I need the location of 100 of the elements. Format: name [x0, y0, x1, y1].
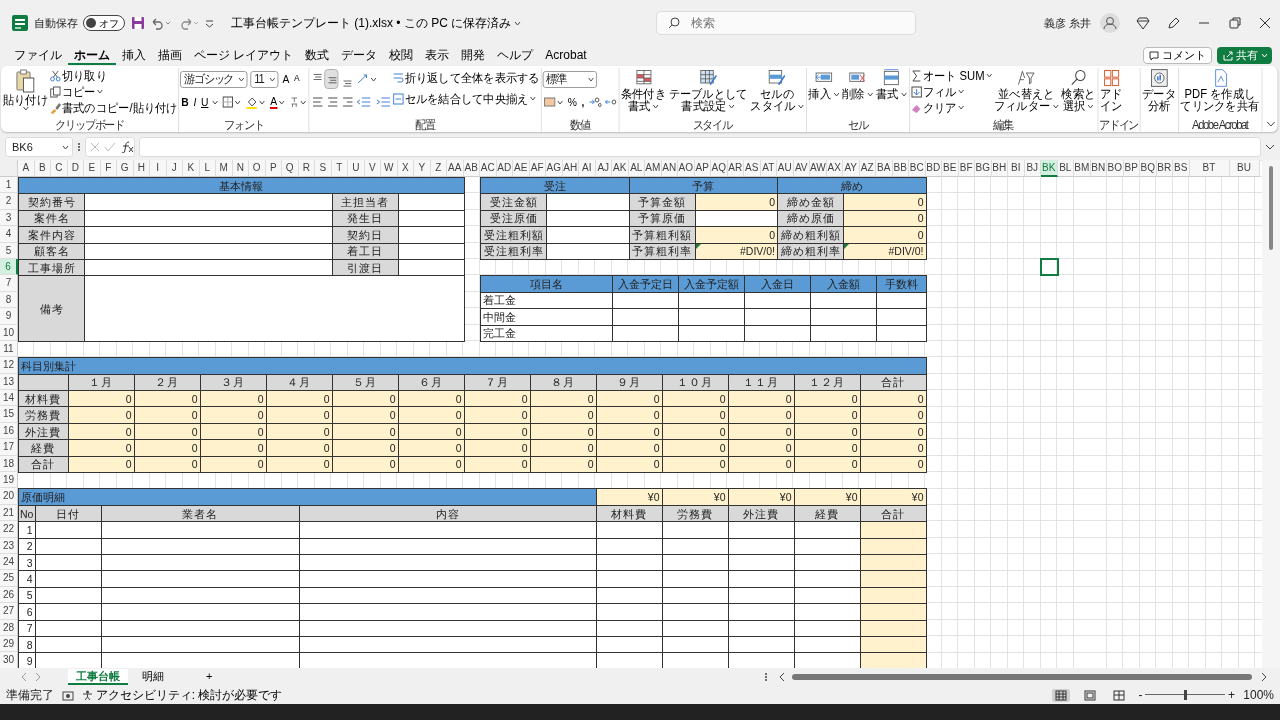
- add-sheet-button[interactable]: +: [198, 669, 221, 685]
- bold-button[interactable]: B: [180, 93, 190, 111]
- grow-font-button[interactable]: A: [281, 70, 291, 88]
- collapse-ribbon-icon[interactable]: [1265, 120, 1276, 128]
- number-format-select[interactable]: 標準: [542, 70, 597, 88]
- italic-button[interactable]: I: [192, 93, 198, 111]
- ribbon-command[interactable]: 書式: [874, 68, 908, 100]
- check-icon[interactable]: [104, 142, 116, 152]
- row-header[interactable]: 15: [0, 406, 18, 423]
- column-header[interactable]: BQ: [1140, 160, 1157, 177]
- sheet-tab[interactable]: 工事台帳: [68, 669, 128, 685]
- menu-tab[interactable]: ヘルプ: [491, 46, 540, 65]
- column-header[interactable]: E: [84, 160, 101, 177]
- accessibility-status[interactable]: アクセシビリティ: 検討が必要です: [82, 686, 283, 704]
- column-header[interactable]: BT: [1189, 160, 1230, 177]
- column-header[interactable]: AI: [579, 160, 596, 177]
- horizontal-scrollbar[interactable]: [778, 671, 1268, 683]
- row-header[interactable]: 22: [0, 521, 18, 538]
- column-header[interactable]: BG: [975, 160, 992, 177]
- menu-tab[interactable]: Acrobat: [539, 46, 593, 65]
- ribbon-command[interactable]: 切り取り: [49, 68, 178, 83]
- column-header[interactable]: AO: [678, 160, 695, 177]
- percent-button[interactable]: %: [566, 93, 578, 111]
- ribbon-command[interactable]: データ 分析: [1141, 68, 1177, 112]
- ribbon-command[interactable]: セルの スタイル: [749, 68, 805, 112]
- autosave-toggle[interactable]: オフ: [83, 15, 125, 31]
- row-header[interactable]: 4: [0, 226, 18, 243]
- save-icon[interactable]: [130, 16, 145, 30]
- next-sheet-icon[interactable]: [34, 672, 42, 682]
- column-header[interactable]: Q: [282, 160, 299, 177]
- column-header[interactable]: AK: [612, 160, 629, 177]
- row-header[interactable]: 27: [0, 603, 18, 620]
- menu-tab[interactable]: 描画: [152, 46, 188, 65]
- decrease-decimal-icon[interactable]: [604, 96, 618, 108]
- row-header[interactable]: 30: [0, 652, 18, 668]
- shrink-font-button[interactable]: A: [293, 70, 301, 88]
- ribbon-command[interactable]: 削除: [841, 68, 874, 100]
- ribbon-command[interactable]: コピー: [49, 84, 178, 99]
- column-header[interactable]: BA: [876, 160, 893, 177]
- undo-icon[interactable]: [150, 16, 172, 30]
- column-header[interactable]: AG: [546, 160, 563, 177]
- column-header[interactable]: AM: [645, 160, 662, 177]
- ribbon-command[interactable]: 条件付き 書式: [620, 68, 667, 112]
- ribbon-command[interactable]: フィル: [910, 84, 993, 99]
- column-header[interactable]: AU: [777, 160, 794, 177]
- pen-icon[interactable]: [1166, 16, 1181, 30]
- column-header[interactable]: AE: [513, 160, 530, 177]
- menu-tab[interactable]: 数式: [299, 46, 336, 65]
- column-header[interactable]: A: [18, 160, 35, 177]
- column-header[interactable]: C: [51, 160, 68, 177]
- row-header[interactable]: 19: [0, 472, 18, 489]
- previous-sheet-icon[interactable]: [20, 672, 28, 682]
- font-color-button[interactable]: A: [269, 93, 286, 111]
- ribbon-command[interactable]: セルを結合して中央揃え: [392, 91, 540, 106]
- close-icon[interactable]: [1258, 16, 1272, 30]
- underline-button[interactable]: U: [200, 93, 210, 111]
- menu-tab[interactable]: 校閲: [383, 46, 420, 65]
- name-box[interactable]: BK6: [5, 137, 73, 157]
- row-header[interactable]: 7: [0, 275, 18, 292]
- selected-cell[interactable]: [1040, 257, 1059, 277]
- zoom-slider[interactable]: [1145, 690, 1226, 700]
- paste-button[interactable]: 貼り付け: [1, 68, 49, 111]
- column-header[interactable]: BO: [1107, 160, 1124, 177]
- expand-icon[interactable]: [1265, 143, 1275, 151]
- row-header[interactable]: 25: [0, 570, 18, 587]
- row-header[interactable]: 14: [0, 390, 18, 407]
- zoom-thumb[interactable]: [1183, 690, 1187, 700]
- diamond-icon[interactable]: [1136, 16, 1150, 30]
- column-header[interactable]: I: [150, 160, 167, 177]
- macro-record-icon[interactable]: [62, 689, 74, 701]
- font-size-select[interactable]: 11: [250, 70, 279, 88]
- menu-tab[interactable]: 開発: [455, 46, 492, 65]
- menu-tab[interactable]: ホーム: [68, 46, 116, 65]
- column-header[interactable]: O: [249, 160, 266, 177]
- ribbon-command[interactable]: 並べ替えと フィルター: [993, 68, 1060, 112]
- borders-button[interactable]: [221, 93, 243, 111]
- column-header[interactable]: K: [183, 160, 200, 177]
- column-header[interactable]: AA: [447, 160, 464, 177]
- column-header[interactable]: BI: [1008, 160, 1025, 177]
- ribbon-command[interactable]: PDF を作成し てリンクを共有: [1179, 68, 1261, 112]
- column-header[interactable]: BU: [1229, 160, 1260, 177]
- row-header[interactable]: 9: [0, 308, 18, 325]
- ribbon-command[interactable]: 検索と 選択: [1060, 68, 1097, 112]
- column-header[interactable]: U: [348, 160, 365, 177]
- font-select[interactable]: 游ゴシック: [180, 70, 248, 88]
- column-header[interactable]: M: [216, 160, 233, 177]
- ribbon-command[interactable]: オート SUM: [910, 68, 993, 83]
- customize-caret-icon[interactable]: [205, 18, 214, 28]
- ribbon-command[interactable]: 折り返して全体を表示する: [392, 70, 540, 85]
- menu-tab[interactable]: ページ レイアウト: [188, 46, 300, 65]
- vertical-scrollbar[interactable]: [1262, 160, 1280, 668]
- vertical-align-icon[interactable]: [324, 70, 338, 88]
- more-options-icon[interactable]: [764, 672, 768, 682]
- column-header[interactable]: AY: [843, 160, 860, 177]
- increase-decimal-icon[interactable]: [588, 96, 602, 108]
- row-header[interactable]: 17: [0, 439, 18, 456]
- column-header[interactable]: S: [315, 160, 332, 177]
- ribbon-command[interactable]: テーブルとして 書式設定: [667, 68, 749, 112]
- zoom-out-button[interactable]: -: [1138, 686, 1143, 704]
- row-header[interactable]: 12: [0, 357, 18, 374]
